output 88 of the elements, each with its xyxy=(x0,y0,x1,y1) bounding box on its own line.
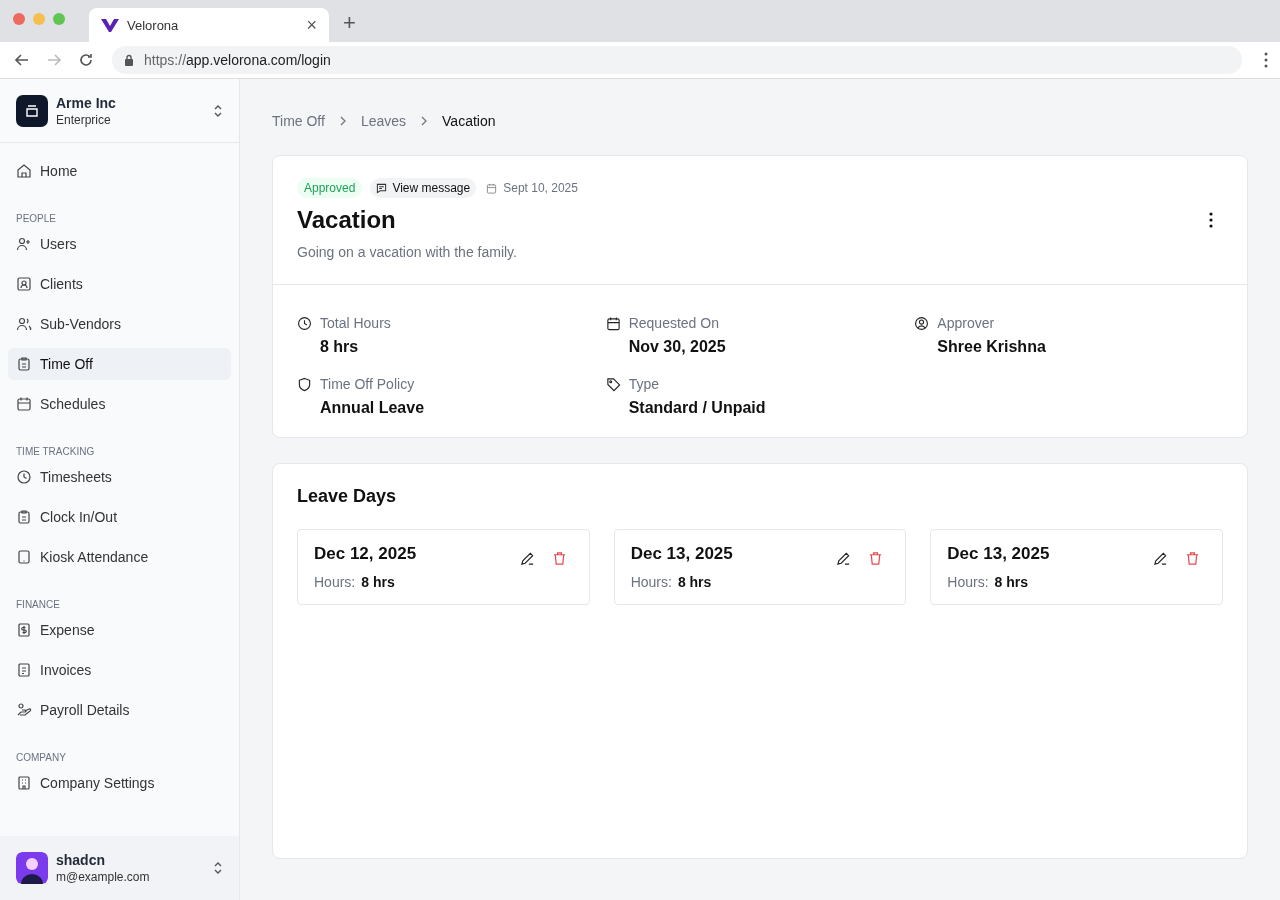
calendar-icon xyxy=(486,182,498,194)
request-date: Sept 10, 2025 xyxy=(503,181,578,195)
sidebar-item[interactable]: Schedules xyxy=(8,388,231,420)
detail-value: Annual Leave xyxy=(320,399,425,417)
lock-icon xyxy=(124,54,134,66)
user-plus-icon xyxy=(16,236,32,252)
sidebar-item[interactable]: Clock In/Out xyxy=(8,501,231,533)
leave-date: Dec 12, 2025 xyxy=(314,544,417,564)
detail-value: Nov 30, 2025 xyxy=(628,338,726,356)
sidebar-item[interactable]: Home xyxy=(8,155,231,187)
address-field[interactable]: https://app.velorona.com/login xyxy=(112,46,1242,74)
delete-icon[interactable] xyxy=(868,551,884,566)
menu-icon[interactable] xyxy=(1264,52,1268,68)
detail-value: 8 hrs xyxy=(320,338,360,356)
more-icon[interactable] xyxy=(1209,212,1213,228)
sidebar-item[interactable]: Clients xyxy=(8,268,231,300)
sidebar-item[interactable]: Kiosk Attendance xyxy=(8,541,231,573)
edit-icon[interactable] xyxy=(1153,551,1168,566)
chevron-right-icon xyxy=(420,115,429,127)
detail-label: Time Off Policy xyxy=(320,376,416,392)
hours-label: Hours: xyxy=(947,574,989,590)
users-icon xyxy=(16,316,32,332)
leave-date: Dec 13, 2025 xyxy=(630,544,733,564)
section-heading: COMPANY xyxy=(15,751,67,765)
view-message-button[interactable]: View message xyxy=(370,178,477,198)
clipboard-icon xyxy=(16,356,32,372)
delete-icon[interactable] xyxy=(1185,551,1200,566)
sidebar-item[interactable]: Timesheets xyxy=(8,461,231,493)
detail-label: Total Hours xyxy=(320,315,391,331)
status-badge: Approved xyxy=(297,178,363,198)
request-title: Vacation xyxy=(297,206,396,234)
avatar-icon xyxy=(16,852,48,884)
hand-coins-icon xyxy=(16,702,32,718)
reload-icon[interactable] xyxy=(78,52,94,68)
breadcrumb-link[interactable]: Time Off xyxy=(272,113,325,129)
detail-label: Requested On xyxy=(628,315,720,331)
detail-value: Standard / Unpaid xyxy=(628,399,766,417)
user-circle-icon xyxy=(914,316,930,331)
hours-value: 8 hrs xyxy=(677,574,712,590)
message-icon xyxy=(376,182,388,194)
contact-icon xyxy=(16,276,32,292)
back-icon[interactable] xyxy=(14,52,30,68)
edit-icon[interactable] xyxy=(519,551,535,566)
clock-icon xyxy=(16,469,32,485)
section-heading: PEOPLE xyxy=(15,212,58,226)
home-icon xyxy=(16,163,32,179)
organization-logo xyxy=(16,94,48,127)
close-tab-button[interactable]: × xyxy=(306,14,317,36)
request-description: Going on a vacation with the family. xyxy=(297,244,518,260)
detail-label: Type xyxy=(628,376,660,392)
leave-date: Dec 13, 2025 xyxy=(947,544,1050,564)
section-heading: TIME TRACKING xyxy=(15,445,96,459)
tab-title: Velorona xyxy=(127,17,180,33)
clipboard-list-icon xyxy=(16,509,32,525)
section-title: Leave Days xyxy=(297,486,398,507)
sidebar-item[interactable]: Payroll Details xyxy=(8,694,231,726)
section-heading: FINANCE xyxy=(15,598,61,612)
hours-label: Hours: xyxy=(630,574,672,590)
detail-label: Approver xyxy=(937,315,996,331)
receipt-icon xyxy=(16,622,32,638)
hours-value: 8 hrs xyxy=(361,574,395,590)
calendar-icon xyxy=(16,396,32,412)
tablet-icon xyxy=(16,549,32,565)
building-icon xyxy=(16,775,32,791)
hours-label: Hours: xyxy=(314,574,356,590)
logo-icon xyxy=(101,18,119,32)
user-switcher[interactable]: shadcn m@example.com xyxy=(0,836,239,900)
edit-icon[interactable] xyxy=(836,551,852,566)
chevron-right-icon xyxy=(338,115,347,127)
sidebar-item[interactable]: Sub-Vendors xyxy=(8,308,231,340)
file-icon xyxy=(16,662,32,678)
tag-icon xyxy=(605,377,621,392)
calendar-icon xyxy=(605,316,621,331)
clock-icon xyxy=(297,316,312,331)
hours-value: 8 hrs xyxy=(994,574,1029,590)
shield-icon xyxy=(297,377,312,392)
sidebar-item[interactable]: Users xyxy=(8,228,231,260)
sidebar-item[interactable]: Company Settings xyxy=(8,767,231,799)
sidebar-item[interactable]: Invoices xyxy=(8,654,231,686)
organization-switcher[interactable]: Arme Inc Enterprice xyxy=(0,79,239,143)
detail-value: Shree Krishna xyxy=(937,338,1046,356)
browser-tab[interactable]: Velorona × xyxy=(89,8,329,42)
delete-icon[interactable] xyxy=(551,551,567,566)
sidebar-item[interactable]: Time Off xyxy=(8,348,231,380)
chevrons-icon xyxy=(213,860,223,876)
sidebar-item[interactable]: Expense xyxy=(8,614,231,646)
new-tab-button[interactable]: + xyxy=(329,10,356,42)
breadcrumb-link[interactable]: Leaves xyxy=(360,113,407,129)
